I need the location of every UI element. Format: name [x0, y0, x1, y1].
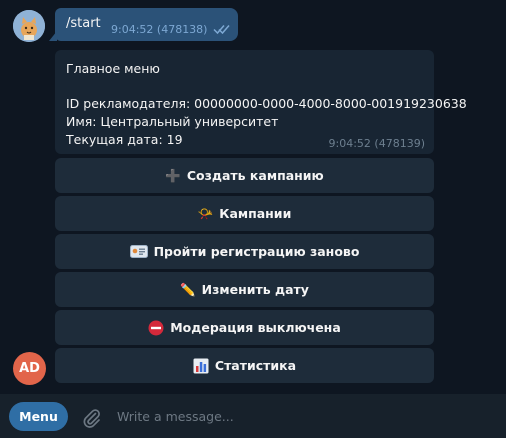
bot-avatar[interactable]: AD: [13, 352, 46, 385]
button-label: Модерация выключена: [170, 320, 341, 335]
outgoing-message: /start 9:04:52 (478138): [49, 8, 238, 41]
message-line-title: Главное меню: [66, 61, 160, 76]
message-line-date: Текущая дата: 19: [66, 132, 183, 147]
re-register-button[interactable]: Пройти регистрацию заново: [55, 234, 434, 269]
campaigns-button[interactable]: 📯 Кампании: [55, 196, 434, 231]
message-composer: Menu: [0, 394, 506, 438]
user-avatar[interactable]: [13, 10, 45, 42]
cat-avatar-icon: [13, 10, 45, 42]
button-label: Изменить дату: [201, 282, 309, 297]
pencil-icon: ✏️: [180, 281, 196, 297]
change-date-button[interactable]: ✏️ Изменить дату: [55, 272, 434, 307]
statistics-button[interactable]: Статистика: [55, 348, 434, 383]
button-label: Кампании: [219, 206, 292, 221]
incoming-message: Главное меню ID рекламодателя: 00000000-…: [55, 50, 467, 154]
no-entry-icon: [148, 320, 164, 336]
message-line-name: Имя: Центральный университет: [66, 114, 279, 129]
chat-area: /start 9:04:52 (478138) Главное меню ID …: [0, 0, 506, 394]
message-text[interactable]: /start: [66, 16, 101, 31]
megaphone-icon: 📯: [197, 205, 214, 221]
bot-menu-button[interactable]: Menu: [9, 402, 68, 431]
double-check-icon: [213, 25, 230, 35]
button-label: Пройти регистрацию заново: [153, 244, 360, 259]
message-line-advertiser-id: ID рекламодателя: 00000000-0000-4000-800…: [66, 96, 467, 111]
button-label: Создать кампанию: [186, 168, 324, 183]
attach-icon[interactable]: [80, 406, 102, 428]
button-label: Статистика: [214, 358, 297, 373]
message-time: 9:04:52 (478138): [111, 23, 208, 36]
bar-chart-icon: [193, 358, 209, 374]
id-card-icon: [129, 245, 148, 258]
create-campaign-button[interactable]: ➕ Создать кампанию: [55, 158, 434, 193]
message-time: 9:04:52 (478139): [328, 137, 425, 150]
moderation-toggle-button[interactable]: Модерация выключена: [55, 310, 434, 345]
message-input[interactable]: [117, 404, 487, 428]
plus-icon: ➕: [165, 167, 181, 183]
